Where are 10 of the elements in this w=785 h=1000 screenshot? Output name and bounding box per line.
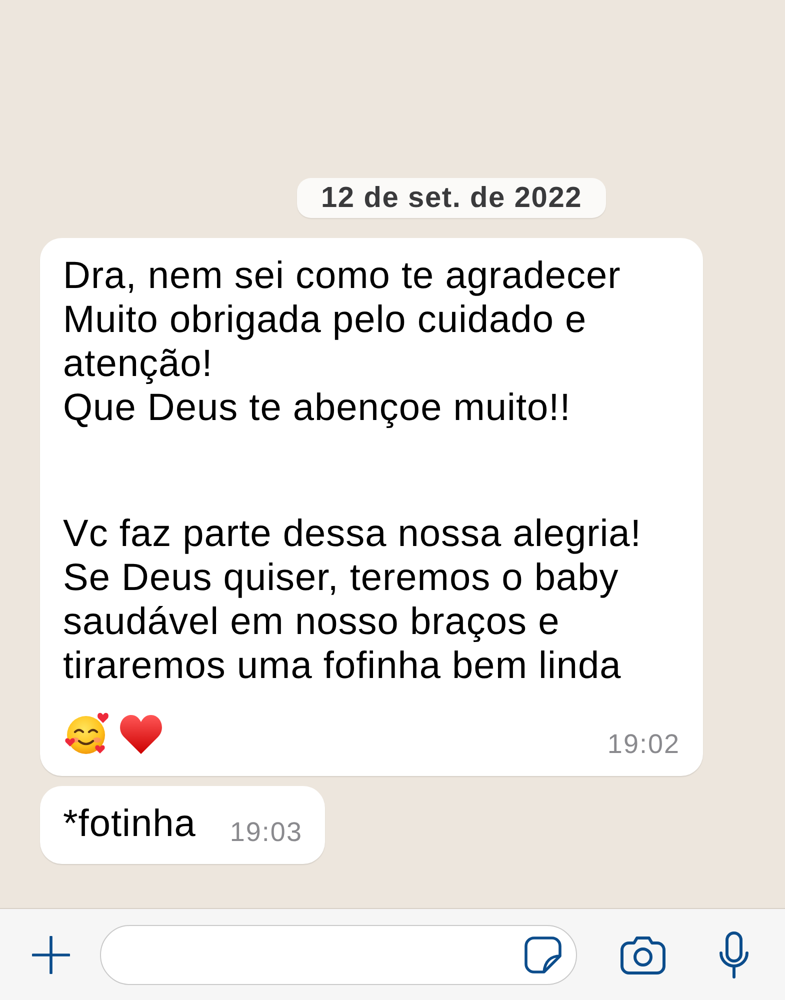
message-text: Dra, nem sei como te agradecer Muito obrigada pelo cuidado e atenção! Que Deus te abençoe muito!!: [63, 254, 621, 430]
message-text: Vc faz parte dessa nossa alegria! Se Deus quiser, teremos o baby saudável em nosso braços e tiraremos uma fofinha bem linda: [63, 512, 642, 688]
sticker-icon[interactable]: [524, 936, 562, 974]
date-label: 12 de set. de 2022: [297, 178, 606, 218]
microphone-icon[interactable]: [718, 930, 750, 978]
message-time: 19:03: [230, 818, 302, 846]
plus-icon[interactable]: [32, 936, 70, 974]
message-text: *fotinha: [63, 802, 196, 846]
camera-icon[interactable]: [620, 934, 666, 974]
message-time: 19:02: [607, 730, 680, 758]
